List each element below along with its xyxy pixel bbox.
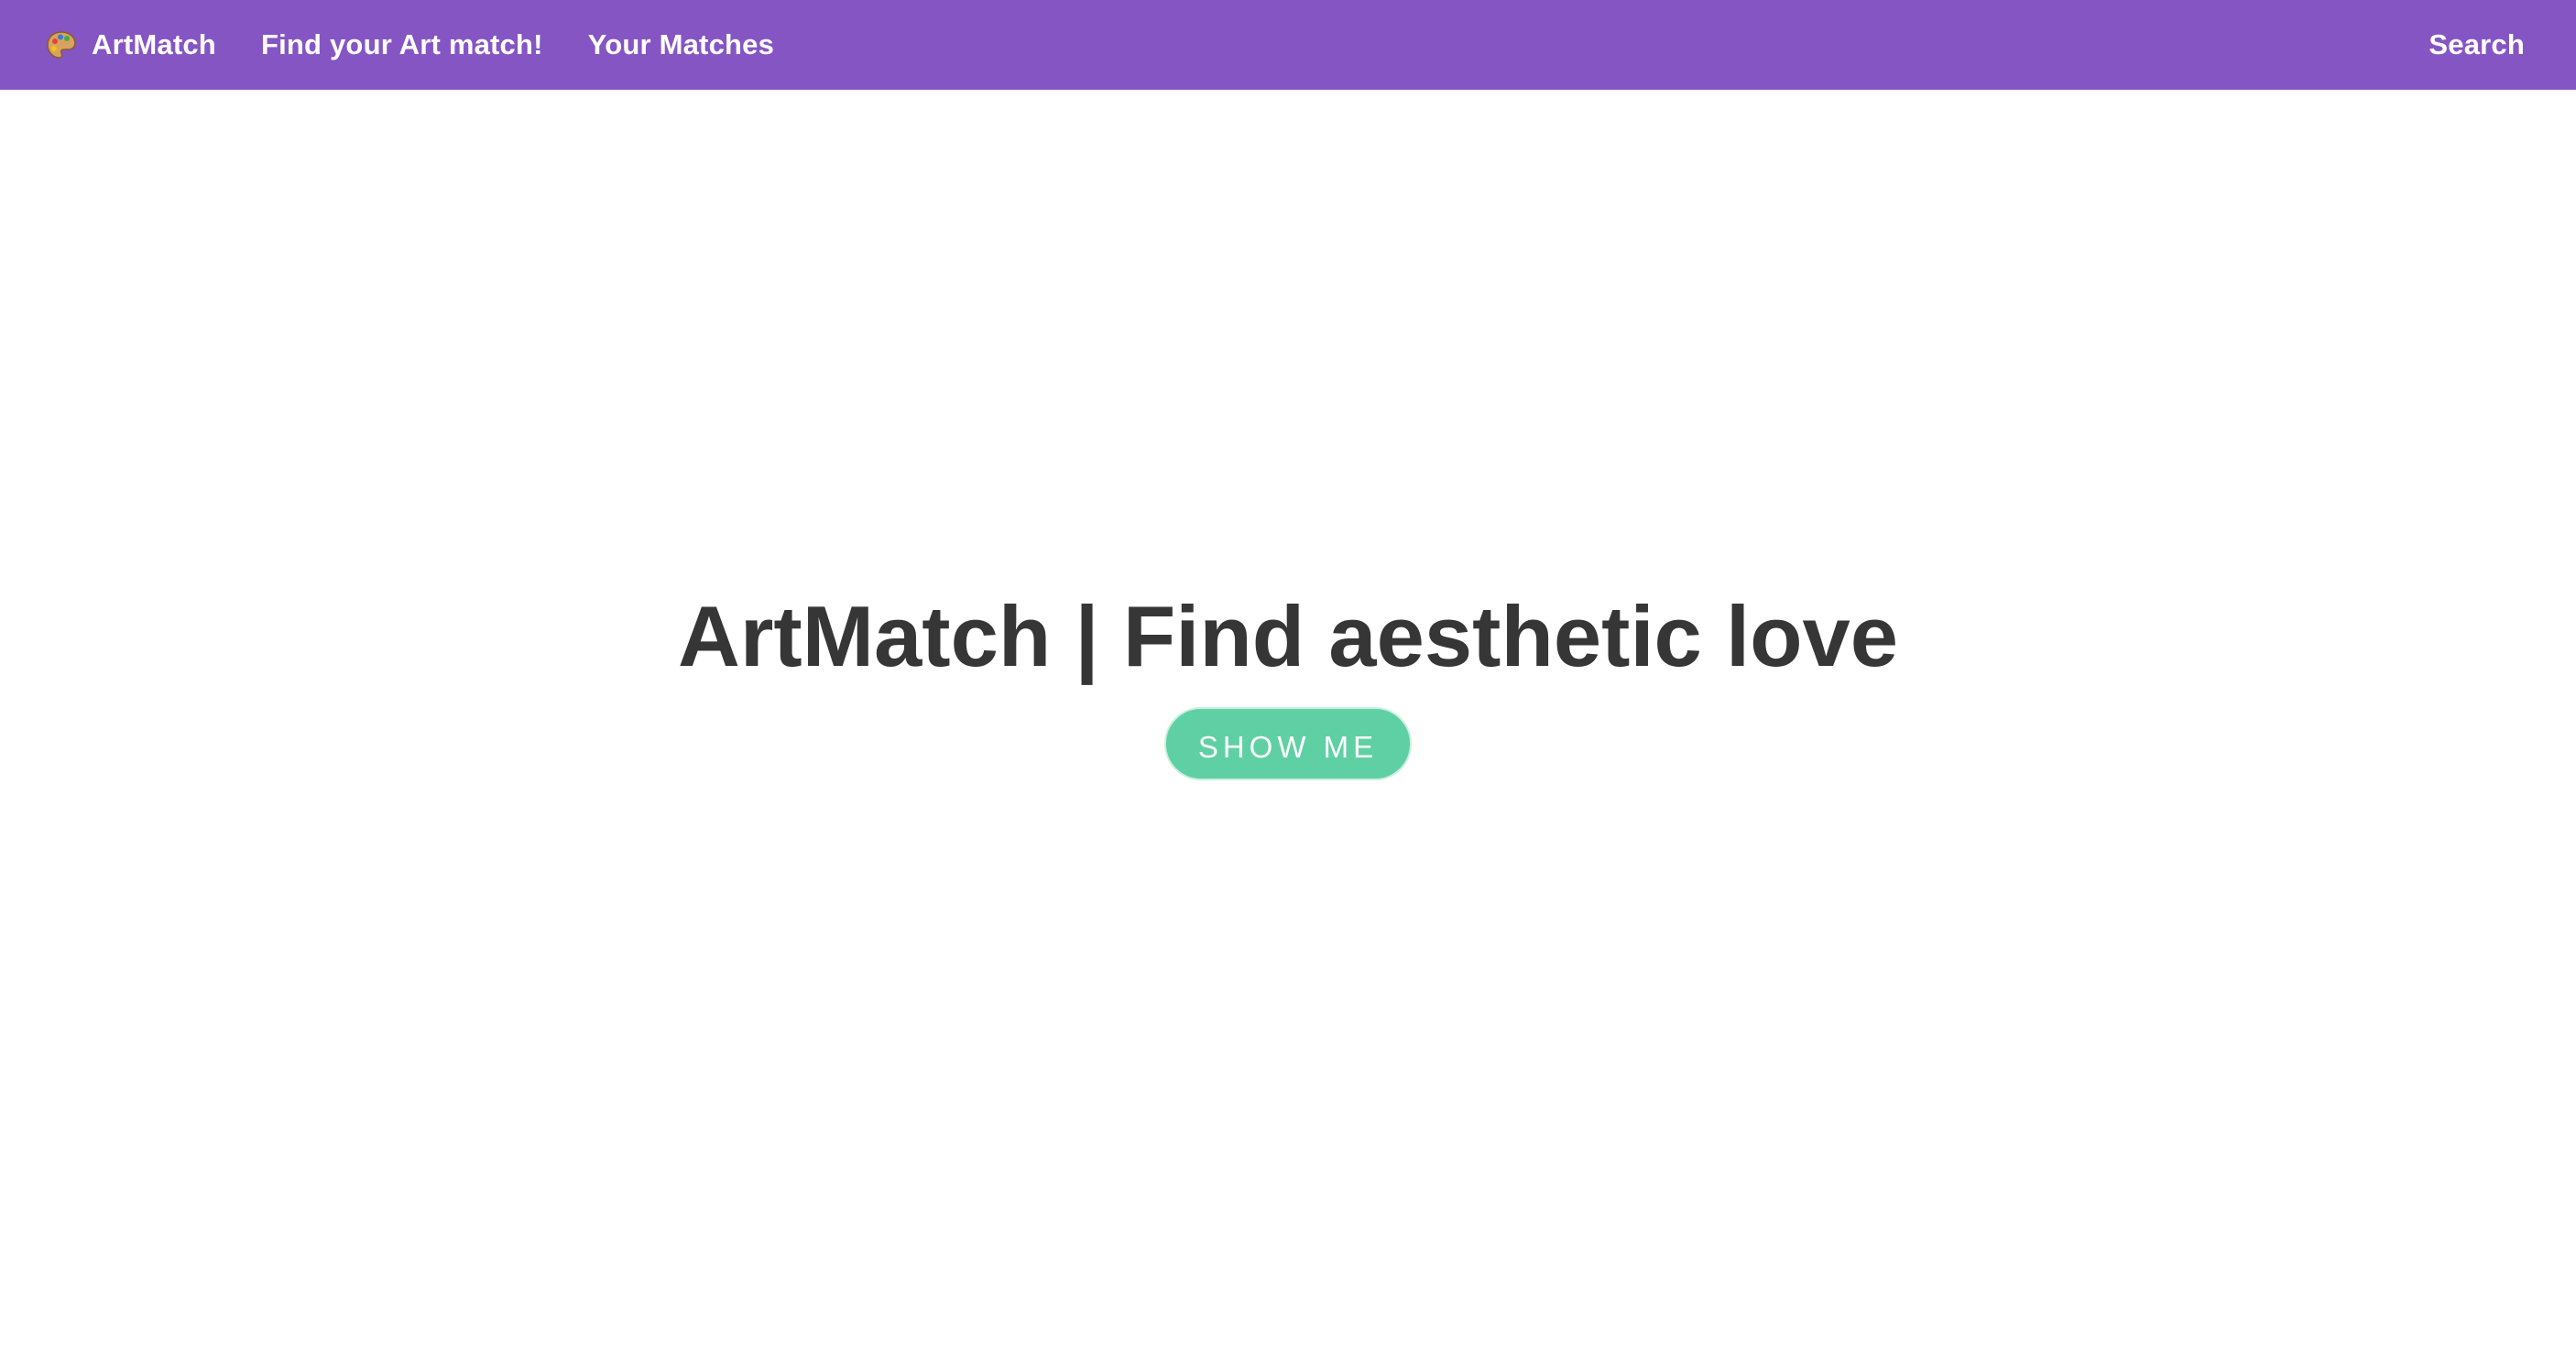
- palette-icon: [46, 29, 77, 60]
- top-navbar: ArtMatch Find your Art match! Your Match…: [0, 0, 2576, 90]
- nav-link-your-matches[interactable]: Your Matches: [588, 28, 774, 61]
- brand-label: ArtMatch: [92, 28, 216, 60]
- hero-title: ArtMatch | Find aesthetic love: [677, 588, 1899, 684]
- nav-link-find-match[interactable]: Find your Art match!: [261, 28, 543, 61]
- search-link[interactable]: Search: [2429, 28, 2525, 61]
- brand-link[interactable]: ArtMatch: [46, 28, 216, 61]
- show-me-button[interactable]: SHOW ME: [1164, 707, 1412, 780]
- hero-section: ArtMatch | Find aesthetic love SHOW ME: [0, 586, 2576, 780]
